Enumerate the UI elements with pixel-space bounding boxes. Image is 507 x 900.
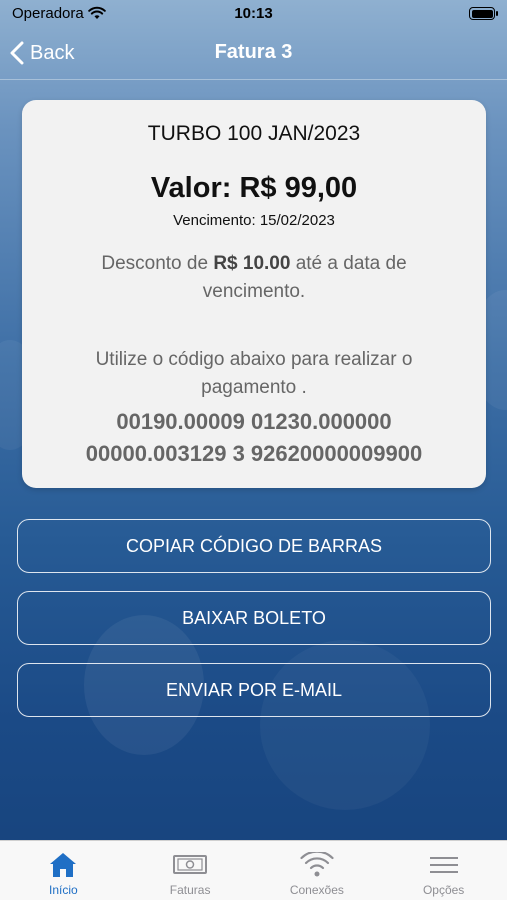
tab-conexoes[interactable]: Conexões bbox=[254, 841, 381, 900]
amount-prefix: Valor: bbox=[150, 172, 240, 204]
download-boleto-button[interactable]: BAIXAR BOLETO bbox=[17, 591, 491, 645]
due-date-line: Vencimento: 15/02/2023 bbox=[22, 212, 486, 229]
payment-instruction: Utilize o código abaixo para realizar o … bbox=[95, 349, 413, 398]
home-icon bbox=[48, 849, 78, 881]
tab-inicio[interactable]: Início bbox=[0, 841, 127, 900]
tab-label-opcoes: Opções bbox=[422, 883, 465, 897]
tab-label-inicio: Início bbox=[49, 883, 78, 897]
due-date: 15/02/2023 bbox=[259, 212, 335, 229]
barcode-line-2: 00000.003129 3 92620000009900 bbox=[85, 441, 423, 466]
tab-label-conexoes: Conexões bbox=[289, 883, 344, 897]
amount-value: R$ 99,00 bbox=[239, 172, 358, 204]
discount-before: Desconto de bbox=[101, 253, 214, 274]
status-bar: Operadora 10:13 bbox=[0, 0, 507, 28]
invoice-icon bbox=[172, 849, 208, 881]
tab-bar: Início Faturas Conexões Opções bbox=[0, 840, 507, 900]
nav-bar: Back Fatura 3 bbox=[0, 28, 507, 80]
invoice-card: TURBO 100 JAN/2023 Valor: R$ 99,00 Venci… bbox=[22, 100, 486, 488]
wifi-icon bbox=[300, 849, 334, 881]
send-email-button[interactable]: ENVIAR POR E-MAIL bbox=[17, 663, 491, 717]
tab-faturas[interactable]: Faturas bbox=[127, 841, 254, 900]
due-prefix: Vencimento: bbox=[173, 212, 260, 229]
tab-opcoes[interactable]: Opções bbox=[380, 841, 507, 900]
menu-icon bbox=[429, 849, 459, 881]
tab-label-faturas: Faturas bbox=[169, 883, 211, 897]
discount-value: R$ 10.00 bbox=[213, 253, 291, 274]
page-title: Fatura 3 bbox=[214, 41, 293, 63]
copy-barcode-button[interactable]: COPIAR CÓDIGO DE BARRAS bbox=[17, 519, 491, 573]
barcode-line-1: 00190.00009 01230.000000 bbox=[116, 409, 392, 434]
plan-title: TURBO 100 JAN/2023 bbox=[147, 122, 361, 145]
amount-line: Valor: R$ 99,00 bbox=[22, 172, 486, 205]
barcode-number[interactable]: 00190.00009 01230.000000 00000.003129 3 … bbox=[32, 406, 476, 470]
discount-text: Desconto de R$ 10.00 até a data de venci… bbox=[62, 250, 446, 306]
battery-icon bbox=[469, 7, 498, 20]
status-time: 10:13 bbox=[234, 5, 273, 22]
